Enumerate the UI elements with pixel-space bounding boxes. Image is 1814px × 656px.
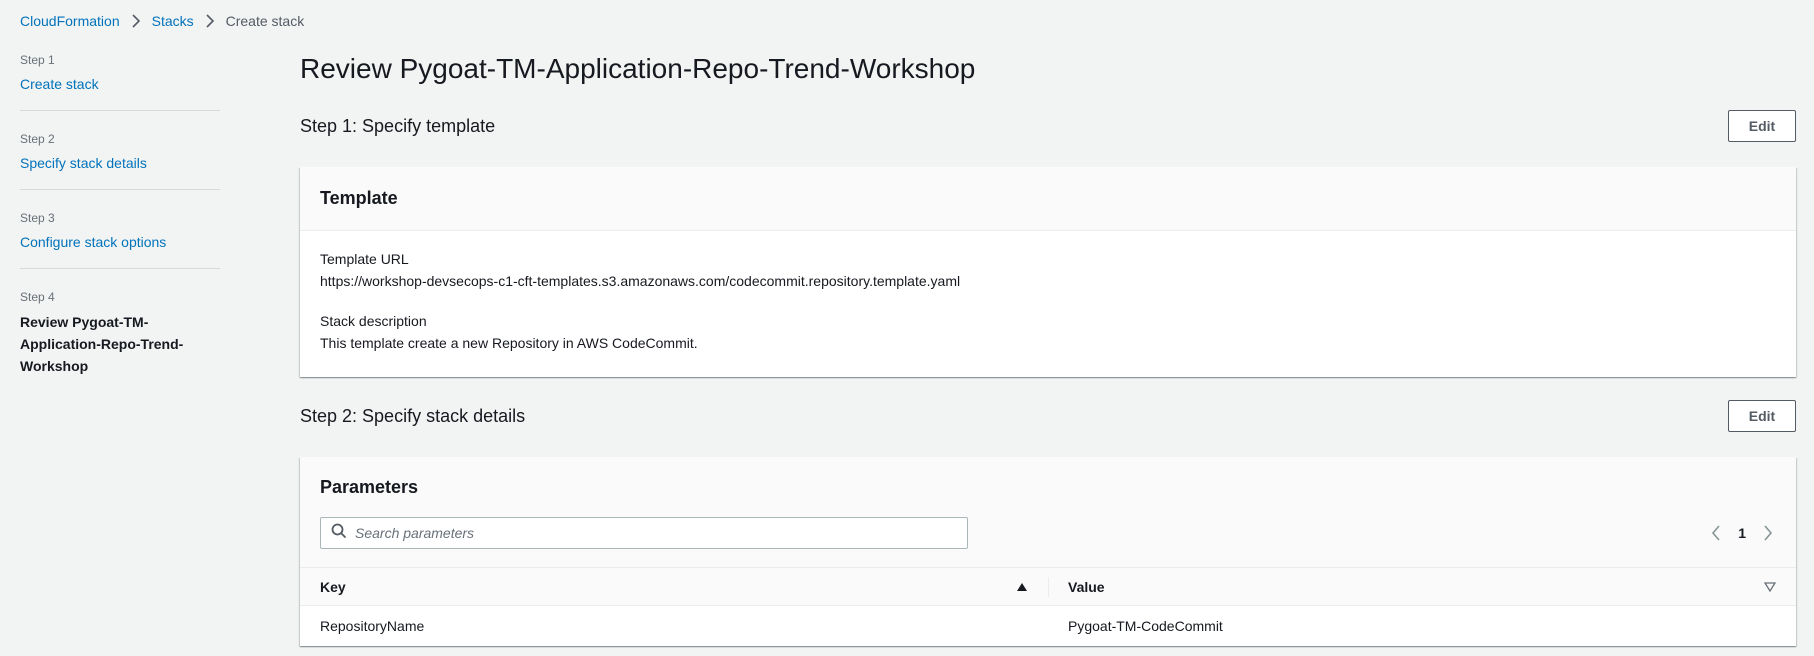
- edit-stack-details-button[interactable]: Edit: [1728, 400, 1796, 432]
- cell-key: RepositoryName: [320, 617, 425, 634]
- template-url-value: https://workshop-devsecops-c1-cft-templa…: [320, 273, 961, 289]
- step-link-configure-stack-options[interactable]: Configure stack options: [20, 234, 166, 250]
- page-title: Review Pygoat-TM-Application-Repo-Trend-…: [300, 53, 976, 84]
- column-header-value[interactable]: Value: [1048, 568, 1796, 606]
- chevron-right-icon: [194, 14, 226, 28]
- column-label: Value: [1068, 578, 1105, 595]
- stack-description-label: Stack description: [320, 313, 427, 329]
- table-header-row: Key Value: [300, 567, 1796, 606]
- search-icon: [331, 523, 347, 544]
- wizard-step-4: Step 4 Review Pygoat-TM-Application-Repo…: [20, 285, 220, 393]
- column-header-key[interactable]: Key: [300, 568, 1048, 606]
- step-number: Step 3: [20, 211, 55, 225]
- cell-value: Pygoat-TM-CodeCommit: [1068, 617, 1223, 634]
- section-specify-template-header: Step 1: Specify template Edit: [300, 109, 1796, 143]
- pagination: 1: [1708, 521, 1776, 545]
- chevron-right-icon[interactable]: [1760, 521, 1776, 545]
- breadcrumb: CloudFormation Stacks Create stack: [20, 10, 304, 32]
- step-number: Step 1: [20, 53, 55, 67]
- card-header: Parameters 1: [300, 457, 1796, 567]
- wizard-step-1: Step 1 Create stack: [20, 48, 220, 111]
- step-link-create-stack[interactable]: Create stack: [20, 76, 99, 92]
- step-current-review: Review Pygoat-TM-Application-Repo-Trend-…: [20, 314, 184, 374]
- card-header: Template: [300, 167, 1796, 231]
- sort-ascending-icon: [1016, 579, 1028, 595]
- search-parameters-field[interactable]: [320, 517, 968, 549]
- stack-description-value: This template create a new Repository in…: [320, 335, 698, 351]
- wizard-step-2: Step 2 Specify stack details: [20, 127, 220, 190]
- card-title: Template: [320, 188, 398, 208]
- page-number[interactable]: 1: [1738, 525, 1746, 541]
- template-url-label: Template URL: [320, 251, 409, 267]
- sort-icon: [1763, 579, 1777, 595]
- parameters-card: Parameters 1: [300, 457, 1796, 646]
- edit-template-button[interactable]: Edit: [1728, 110, 1796, 142]
- section-stack-details-header: Step 2: Specify stack details Edit: [300, 399, 1796, 433]
- table-row: RepositoryName Pygoat-TM-CodeCommit: [300, 606, 1796, 646]
- search-input[interactable]: [355, 525, 955, 541]
- card-body: Template URL https://workshop-devsecops-…: [300, 231, 1796, 373]
- column-label: Key: [320, 578, 346, 595]
- wizard-steps: Step 1 Create stack Step 2 Specify stack…: [20, 48, 220, 409]
- step-link-specify-stack-details[interactable]: Specify stack details: [20, 155, 147, 171]
- section-title: Step 1: Specify template: [300, 115, 496, 136]
- step-number: Step 4: [20, 290, 55, 304]
- breadcrumb-current: Create stack: [225, 13, 305, 29]
- parameters-table: Key Value RepositoryName Pygoat-TM-CodeC…: [300, 567, 1796, 646]
- section-title: Step 2: Specify stack details: [300, 405, 526, 426]
- breadcrumb-stacks[interactable]: Stacks: [152, 13, 194, 29]
- card-title: Parameters: [320, 477, 419, 497]
- chevron-right-icon: [120, 14, 152, 28]
- step-number: Step 2: [20, 132, 55, 146]
- wizard-step-3: Step 3 Configure stack options: [20, 206, 220, 269]
- chevron-left-icon[interactable]: [1708, 521, 1724, 545]
- template-card: Template Template URL https://workshop-d…: [300, 167, 1796, 377]
- breadcrumb-cloudformation[interactable]: CloudFormation: [20, 13, 120, 29]
